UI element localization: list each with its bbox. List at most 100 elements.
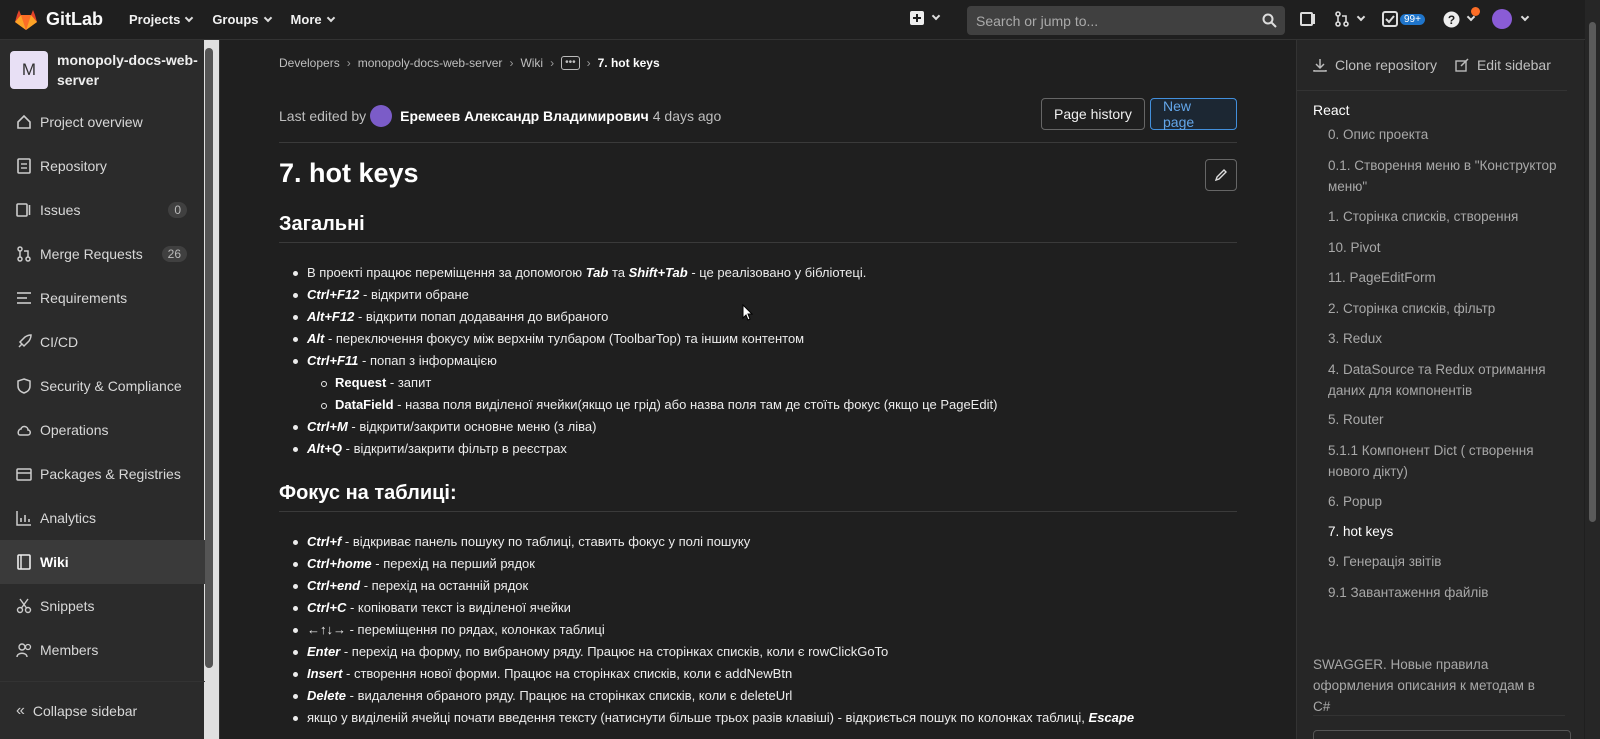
wiki-page-link[interactable]: 6. Popup	[1328, 491, 1568, 512]
wiki-page-link-swagger[interactable]: SWAGGER. Новые правила оформления описан…	[1313, 654, 1553, 717]
sidebar-item-members[interactable]: Members	[0, 628, 205, 672]
search-input[interactable]	[976, 12, 1256, 29]
list-item: Alt+F12 - відкрити попап додавання до ви…	[292, 306, 997, 328]
wiki-page-link[interactable]: 7. hot keys	[1328, 521, 1568, 542]
project-name: monopoly-docs-web-server	[57, 52, 198, 88]
breadcrumb-developers[interactable]: Developers	[279, 56, 340, 70]
wiki-page-link[interactable]: 9.1 Завантаження файлів	[1328, 582, 1568, 603]
divider	[1313, 715, 1565, 716]
hotkey-text: Escape	[1088, 710, 1135, 725]
wiki-page-link[interactable]: 10. Pivot	[1328, 237, 1568, 258]
help-menu[interactable]: ?	[1443, 6, 1480, 28]
wiki-page-link[interactable]: 5. Router	[1328, 409, 1568, 430]
users-icon	[16, 642, 32, 658]
hotkey-text: Ctrl+F11	[307, 353, 359, 368]
wiki-page-link[interactable]: 2. Сторінка списків, фільтр	[1328, 298, 1568, 319]
groups-menu[interactable]: Groups	[212, 12, 272, 27]
search-icon	[1262, 13, 1277, 28]
description-text: - створення нової форми. Працює на сторі…	[342, 666, 793, 681]
author-name[interactable]: Еремеев Александр Владимирович	[400, 108, 649, 124]
mouse-cursor-icon	[742, 304, 754, 321]
scissors-icon	[16, 598, 32, 614]
home-icon	[16, 114, 32, 130]
breadcrumb: Developers › monopoly-docs-web-server › …	[279, 56, 660, 70]
wiki-page-link[interactable]: 3. Redux	[1328, 328, 1568, 349]
wiki-page-link[interactable]: 11. PageEditForm	[1328, 267, 1568, 288]
section-heading-table-focus: Фокус на таблиці:	[279, 482, 1237, 512]
sidebar-item-merge-requests[interactable]: Merge Requests 26	[0, 232, 205, 276]
merge-requests-top-icon[interactable]	[1334, 11, 1366, 27]
sidebar-item-analytics[interactable]: Analytics	[0, 496, 205, 540]
sidebar-item-label: Snippets	[40, 598, 95, 614]
sidebar-item-wiki[interactable]: Wiki	[0, 540, 205, 584]
sidebar-item-issues[interactable]: Issues 0	[0, 188, 205, 232]
description-text: - відкрити/закрити основне меню (з ліва)	[347, 419, 597, 434]
clone-repository-button[interactable]: Clone repository	[1313, 57, 1437, 73]
page-scrollbar[interactable]	[1589, 22, 1596, 522]
sidebar-item-security[interactable]: Security & Compliance	[0, 364, 205, 408]
sidebar-scrollbar[interactable]	[205, 48, 213, 668]
author-avatar[interactable]	[370, 105, 393, 127]
list-item: Ctrl+end - перехід на останній рядок	[292, 575, 1134, 597]
wiki-page-link[interactable]: 1. Сторінка списків, створення	[1328, 206, 1568, 227]
breadcrumb-separator: ›	[346, 56, 351, 70]
groups-menu-label: Groups	[212, 12, 259, 27]
sidebar-item-label: Packages & Registries	[40, 466, 181, 482]
chevron-down-icon	[1356, 12, 1366, 22]
sidebar-item-operations[interactable]: Operations	[0, 408, 205, 452]
sidebar-item-label: Members	[40, 642, 99, 658]
description-text: - видалення обраного ряду. Працює на сто…	[346, 688, 793, 703]
hotkey-text: Delete	[307, 688, 347, 703]
wiki-page-link[interactable]: 4. DataSource та Redux отримання даних д…	[1328, 359, 1568, 401]
list-item: Delete - видалення обраного ряду. Працює…	[292, 685, 1134, 707]
breadcrumb-wiki[interactable]: Wiki	[520, 56, 543, 70]
collapse-sidebar-label: Collapse sidebar	[32, 702, 138, 719]
chevron-down-icon	[1520, 12, 1530, 22]
gitlab-logo[interactable]: GitLab	[14, 9, 103, 31]
sidebar-item-requirements[interactable]: Requirements	[0, 276, 205, 320]
description-text: - відкрити обране	[359, 287, 469, 302]
more-menu[interactable]: More	[291, 12, 335, 27]
issues-icon	[16, 202, 32, 218]
shield-icon	[16, 378, 32, 394]
sidebar-item-ci-cd[interactable]: CI/CD	[0, 320, 205, 364]
sidebar-item-project-overview[interactable]: Project overview	[0, 100, 205, 144]
edit-sidebar-label: Edit sidebar	[1476, 57, 1551, 73]
page-history-button[interactable]: Page history	[1041, 98, 1145, 130]
view-all-pages-button[interactable]	[1313, 730, 1571, 739]
table-hotkeys-list: Ctrl+f - відкриває панель пошуку по табл…	[292, 531, 1135, 729]
rocket-icon	[16, 334, 32, 350]
chevron-down-icon	[931, 11, 941, 21]
user-avatar	[1491, 9, 1512, 29]
breadcrumb-separator: ›	[509, 56, 514, 70]
sidebar-item-label: Security & Compliance	[40, 378, 182, 394]
edit-sidebar-button[interactable]: Edit sidebar	[1455, 57, 1551, 73]
breadcrumb-current: 7. hot keys	[597, 56, 660, 70]
new-item-dropdown[interactable]	[910, 11, 941, 25]
plus-square-icon	[910, 11, 924, 25]
sidebar-item-packages[interactable]: Packages & Registries	[0, 452, 205, 496]
issues-count-badge: 0	[168, 202, 187, 218]
sidebar-item-snippets[interactable]: Snippets	[0, 584, 205, 628]
collapse-sidebar-button[interactable]: « Collapse sidebar	[0, 681, 205, 739]
issues-top-icon[interactable]	[1300, 11, 1316, 27]
breadcrumb-project[interactable]: monopoly-docs-web-server	[358, 56, 503, 70]
edit-page-button[interactable]	[1205, 159, 1237, 191]
user-menu[interactable]	[1491, 9, 1530, 29]
wiki-page-link[interactable]: 5.1.1 Компонент Dict ( створення нового …	[1328, 440, 1568, 482]
last-edited-info: Last edited by Еремеев Александр Владими…	[279, 105, 721, 127]
breadcrumb-ellipsis-button[interactable]: •••	[561, 56, 580, 70]
list-item: якщо у виділеній ячейці почати введення …	[292, 707, 1135, 729]
wiki-page-link[interactable]: 0.1. Створення меню в "Конструктор меню"	[1328, 155, 1568, 197]
wiki-page-link[interactable]: 9. Генерація звітів	[1328, 551, 1568, 572]
sidebar-item-repository[interactable]: Repository	[0, 144, 205, 188]
projects-menu[interactable]: Projects	[129, 12, 194, 27]
search-box[interactable]	[967, 6, 1285, 35]
cloud-gear-icon	[16, 422, 32, 438]
new-page-button[interactable]: New page	[1150, 98, 1237, 130]
todos-top-icon[interactable]: 99+	[1382, 11, 1425, 27]
wiki-page-link[interactable]: 0. Опис проекта	[1328, 124, 1568, 145]
project-header[interactable]: M monopoly-docs-web-server	[0, 40, 219, 98]
chevron-down-icon	[185, 13, 194, 22]
sidebar-item-label: CI/CD	[40, 334, 79, 350]
